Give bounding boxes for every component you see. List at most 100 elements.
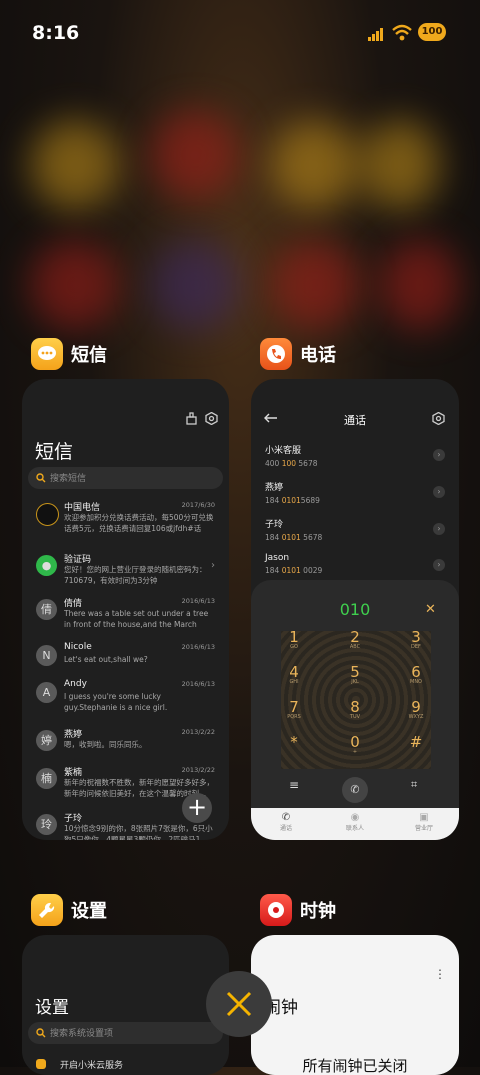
app-name: 短信 xyxy=(71,345,107,366)
dial-key[interactable]: 5 JKL xyxy=(331,663,379,697)
app-header-sms[interactable]: 短信 xyxy=(31,336,107,372)
page-title: 短信 xyxy=(35,441,74,463)
dial-key[interactable]: 8 TUV xyxy=(331,698,379,732)
sms-app-icon xyxy=(31,338,63,370)
message-preview: There was a table set out under a tree i… xyxy=(64,609,209,629)
dial-key[interactable]: 7 PQRS xyxy=(270,698,318,732)
clear-all-button[interactable] xyxy=(206,971,272,1037)
contact-number: 184 01015689 xyxy=(265,496,445,505)
chevron-right-icon[interactable]: › xyxy=(433,486,445,498)
clear-icon[interactable]: ✕ xyxy=(425,602,436,617)
battery-indicator: 100 xyxy=(418,23,446,41)
contact-name: 小米客服 xyxy=(265,446,302,456)
contact-name: Jason xyxy=(265,553,290,563)
page-title: 设置 xyxy=(35,998,69,1018)
message-row[interactable]: 倩倩倩 2016/6/13 There was a table set out un… xyxy=(22,596,229,642)
dial-key[interactable]: 6 MNO xyxy=(392,663,440,697)
compose-button[interactable]: + xyxy=(182,793,212,823)
dial-key[interactable]: 0 + xyxy=(331,733,379,767)
message-date: 2016/6/13 xyxy=(181,597,215,605)
message-date: 2016/6/13 xyxy=(181,643,215,651)
dial-key[interactable]: 1 GO xyxy=(270,628,318,662)
keypad-toggle-icon[interactable]: ⌗ xyxy=(411,778,417,792)
wifi-icon xyxy=(392,24,412,41)
dialpad-panel: 010 ✕ 1 GO 2 ABC 3 DEF 4 GHI 5 JKL 6 MNO 7 PQRS 8 TUV 9 W… xyxy=(251,580,459,808)
tab-label: 营业厅 xyxy=(414,825,433,832)
key-letters: + xyxy=(352,749,358,755)
contact-number: 400 100 5678 xyxy=(265,459,445,468)
close-icon xyxy=(226,991,252,1017)
more-icon[interactable]: ⋮ xyxy=(434,967,446,981)
search-icon xyxy=(36,1028,46,1038)
alarm-status: 所有闹钟已关闭 xyxy=(302,1057,408,1075)
contact-number: 184 0101 0029 xyxy=(265,566,445,575)
settings-item-cloud[interactable]: 开启小米云服务 xyxy=(60,1058,123,1071)
message-preview: 10分惊念9别的你，8张照片7张是你，6只小狗5只像你，4颗星星3颗仍你，2匹骏… xyxy=(64,824,213,840)
app-name: 时钟 xyxy=(300,901,336,922)
call-log-row[interactable]: 燕婷 184 01015689 › xyxy=(265,480,445,512)
message-date: 2013/2/22 xyxy=(181,766,215,774)
tab-calls[interactable]: ✆ 通话 xyxy=(256,812,316,832)
key-digit: # xyxy=(409,733,423,751)
call-button[interactable]: ✆ xyxy=(342,777,368,803)
app-header-settings[interactable]: 设置 xyxy=(31,892,107,928)
key-letters: GO xyxy=(290,644,298,650)
key-letters: MNO xyxy=(410,679,422,685)
message-preview: 您好！您的网上营业厅登录的随机密码为：710679，有效时间为3分钟 xyxy=(64,565,207,585)
sms-search-input[interactable]: 搜索短信 xyxy=(28,467,223,489)
message-preview: I guess you're some lucky guy.Stephanie … xyxy=(64,692,168,712)
dial-key[interactable]: * xyxy=(270,733,318,767)
chevron-right-icon[interactable]: › xyxy=(433,449,445,461)
call-log-row[interactable]: 子玲 184 0101 5678 › xyxy=(265,517,445,549)
dial-key[interactable]: 4 GHI xyxy=(270,663,318,697)
chevron-right-icon[interactable]: › xyxy=(433,559,445,571)
app-header-phone[interactable]: 电话 xyxy=(260,336,336,372)
key-letters: GHI xyxy=(289,679,299,685)
menu-icon[interactable]: ≡ xyxy=(289,778,299,792)
message-row[interactable]: ● 验证码 您好！您的网上营业厅登录的随机密码为：710679，有效时间为3分钟 › xyxy=(22,552,229,598)
signal-icon xyxy=(368,28,383,41)
theme-icon[interactable] xyxy=(185,412,198,425)
avatar: 玲 xyxy=(36,814,57,835)
dial-key[interactable]: # xyxy=(392,733,440,767)
message-row[interactable]: 中国电信 2017/6/30 欢迎参加积分兑换话费活动，每500分可兑换话费5元，兑… xyxy=(22,500,229,546)
app-name: 设置 xyxy=(71,901,107,922)
key-letters: ABC xyxy=(349,644,361,650)
search-icon xyxy=(36,473,46,483)
sms-app-card[interactable]: 短信 搜索短信 中国电信 2017/6/30 欢迎参加积分兑换话费活动，每500分可… xyxy=(22,379,229,840)
settings-search-input[interactable]: 搜索系统设置项 xyxy=(28,1022,223,1044)
clock-time: 8:16 xyxy=(32,22,80,44)
key-letters: PQRS xyxy=(287,714,301,720)
search-placeholder: 搜索系统设置项 xyxy=(50,1029,114,1039)
phone-app-card[interactable]: 通话 小米客服 400 100 5678 › 燕婷 184 01015689 › 子玲 184… xyxy=(251,379,459,840)
key-letters: DEF xyxy=(411,644,421,650)
call-log-row[interactable]: 小米客服 400 100 5678 › xyxy=(265,443,445,475)
avatar: A xyxy=(36,682,57,703)
tab-contacts[interactable]: ◉ 联系人 xyxy=(325,812,385,832)
settings-gear-icon[interactable] xyxy=(205,412,218,425)
tab-bar: ✆ 通话 ◉ 联系人 ▣ 营业厅 xyxy=(251,808,459,840)
avatar: N xyxy=(36,645,57,666)
clock-app-card[interactable]: ⋮ 闹钟 所有闹钟已关闭 xyxy=(251,935,459,1075)
contact-icon: ◉ xyxy=(350,812,360,823)
dial-key[interactable]: 9 WXYZ xyxy=(392,698,440,732)
contact-name: 燕婷 xyxy=(265,483,284,493)
sender-name: Andy xyxy=(64,679,87,689)
contact-name: 子玲 xyxy=(265,520,284,530)
message-preview: 欢迎参加积分兑换话费活动，每500分可兑换话费5元，兑换话费请回复106或jfd… xyxy=(64,513,214,533)
number-part: 5689 xyxy=(300,496,320,505)
avatar: 倩 xyxy=(36,599,57,620)
number-match: 0101 xyxy=(281,496,301,505)
cloud-icon xyxy=(36,1059,46,1069)
settings-gear-icon[interactable] xyxy=(432,412,445,425)
message-row[interactable]: A Andy 2016/6/13 I guess you're some lucky … xyxy=(22,679,229,725)
chevron-right-icon[interactable]: › xyxy=(433,523,445,535)
dial-key[interactable]: 3 DEF xyxy=(392,628,440,662)
dial-key[interactable]: 2 ABC xyxy=(331,628,379,662)
key-letters: WXYZ xyxy=(408,714,424,720)
tab-hall[interactable]: ▣ 营业厅 xyxy=(394,812,454,832)
app-name: 电话 xyxy=(300,345,336,366)
app-header-clock[interactable]: 时钟 xyxy=(260,892,336,928)
number-match: 0101 xyxy=(281,533,301,542)
settings-app-card[interactable]: 设置 搜索系统设置项 开启小米云服务 xyxy=(22,935,229,1075)
